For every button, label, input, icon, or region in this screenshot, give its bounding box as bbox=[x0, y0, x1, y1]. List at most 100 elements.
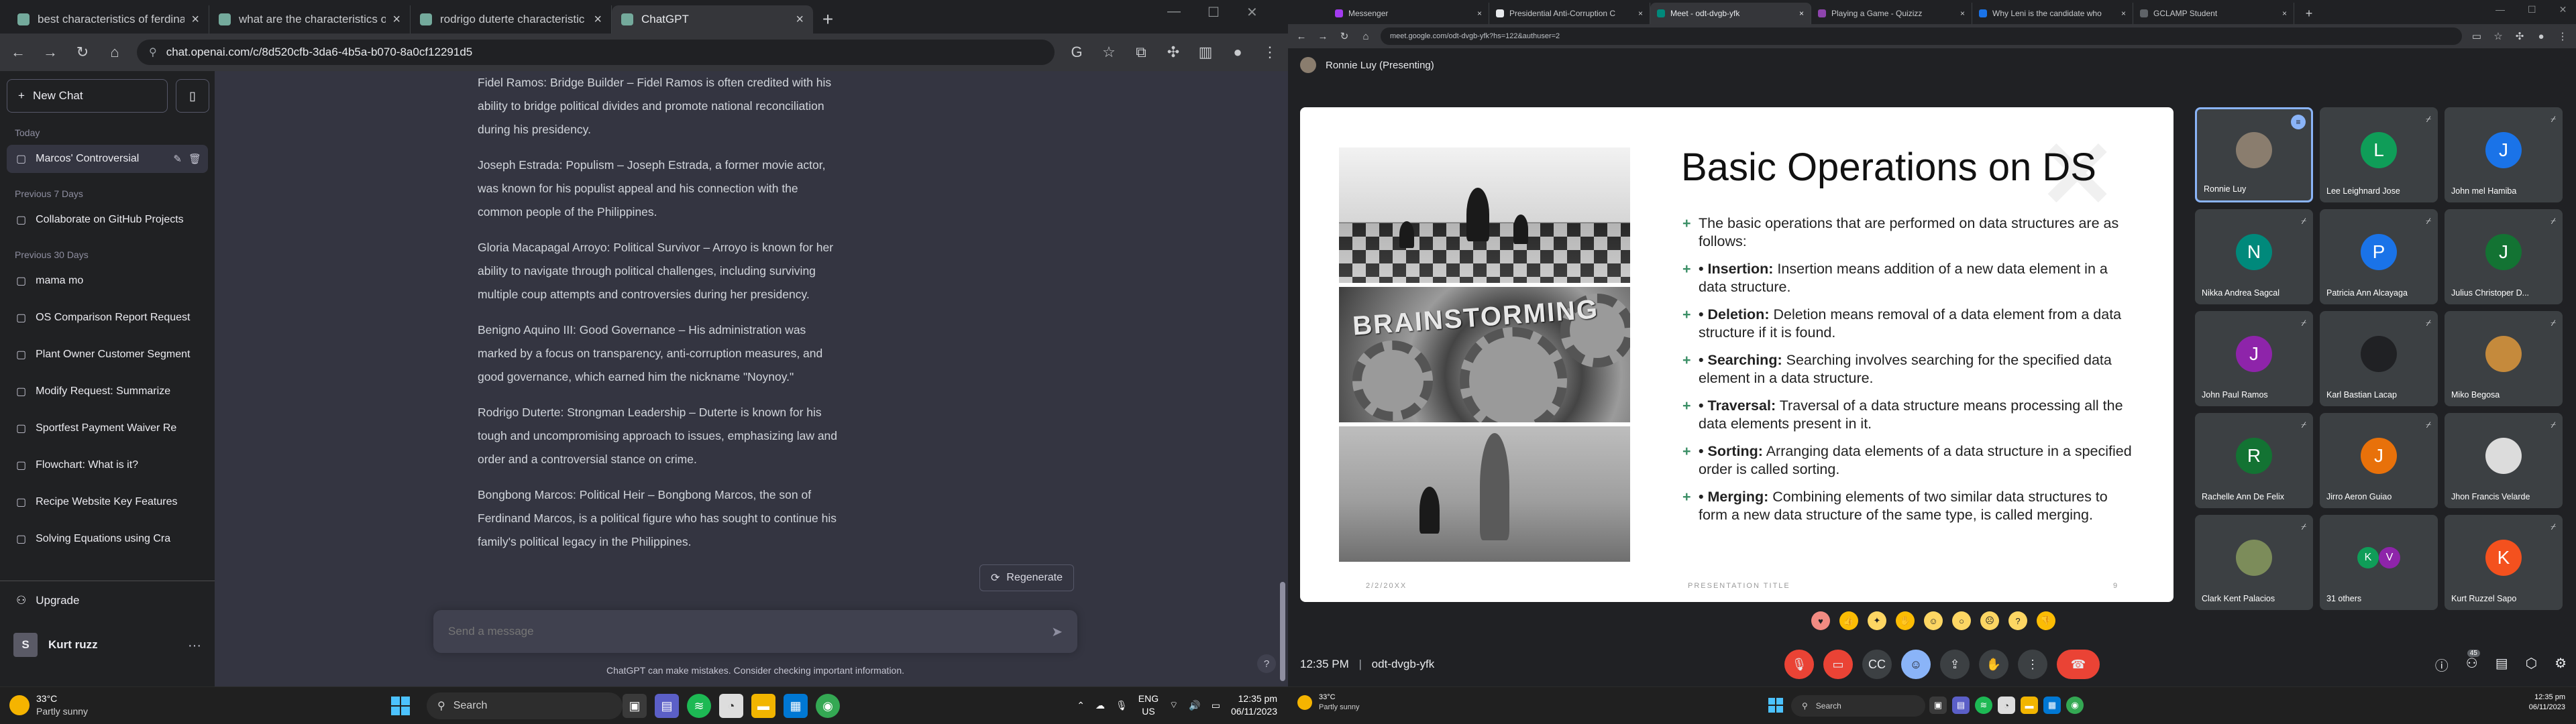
more-options-icon[interactable]: ⋮ bbox=[2018, 650, 2047, 679]
conversation-item[interactable]: ▢ Plant Owner Customer Segment bbox=[7, 341, 208, 369]
conversation-item[interactable]: ▢ OS Comparison Report Request bbox=[7, 304, 208, 332]
close-tab-icon[interactable]: × bbox=[594, 12, 602, 27]
address-bar[interactable]: ⚲ chat.openai.com/c/8d520cfb-3da6-4b5a-b… bbox=[137, 40, 1055, 65]
taskbar-search[interactable]: ⚲ Search bbox=[1791, 695, 1925, 717]
browser-tab[interactable]: Meet - odt-dvgb-yfk × bbox=[1650, 3, 1811, 24]
participant-tile[interactable]: Ronnie Luy ≡ bbox=[2195, 107, 2313, 202]
minimize-icon[interactable]: — bbox=[2496, 4, 2505, 15]
file-explorer-icon[interactable]: ▬ bbox=[751, 694, 775, 718]
profile-avatar-icon[interactable]: ● bbox=[2534, 29, 2548, 43]
participant-tile[interactable]: L Lee Leighnard Jose ⌿ bbox=[2320, 107, 2438, 202]
maximize-icon[interactable]: ☐ bbox=[2528, 4, 2536, 15]
conversation-item[interactable]: ▢ Modify Request: Summarize bbox=[7, 377, 208, 406]
present-screen-icon[interactable]: ⇪ bbox=[1940, 650, 1970, 679]
sidepanel-icon[interactable]: ▥ bbox=[1195, 42, 1216, 62]
close-tab-icon[interactable]: × bbox=[796, 12, 804, 27]
conversation-item[interactable]: ▢ Marcos' Controversial ✎ 🗑 bbox=[7, 145, 208, 173]
taskbar-search[interactable]: ⚲ Search bbox=[427, 692, 623, 719]
browser-tab[interactable]: ChatGPT × bbox=[612, 5, 813, 34]
conversation-item[interactable]: ▢ Flowchart: What is it? bbox=[7, 451, 208, 479]
windows-start-icon[interactable] bbox=[391, 697, 410, 715]
spotify-icon[interactable]: ≋ bbox=[1975, 697, 1992, 714]
edit-pencil-icon[interactable]: ✎ bbox=[173, 153, 182, 165]
thumbs-up-reaction-icon[interactable]: 👍 bbox=[1839, 611, 1858, 630]
extension-icon[interactable]: ⧉ bbox=[1131, 42, 1151, 62]
reload-icon[interactable]: ↻ bbox=[1338, 29, 1351, 43]
people-icon[interactable]: ⚇ 45 bbox=[2466, 649, 2480, 674]
participant-tile[interactable]: K Kurt Ruzzel Sapo ⌿ bbox=[2445, 515, 2563, 610]
forward-icon[interactable]: → bbox=[40, 42, 60, 62]
speaker-icon[interactable]: 🔊 bbox=[1189, 700, 1200, 711]
site-info-icon[interactable]: ⚲ bbox=[149, 46, 157, 59]
mic-off-icon[interactable]: 🎙 bbox=[1784, 650, 1814, 679]
close-tab-icon[interactable]: × bbox=[1638, 9, 1643, 18]
new-tab-icon[interactable]: + bbox=[2294, 3, 2324, 24]
camera-off-icon[interactable]: ▭ bbox=[1823, 650, 1853, 679]
browser-tab[interactable]: GCLAMP Student × bbox=[2133, 3, 2294, 24]
party-reaction-icon[interactable]: ✦ bbox=[1868, 611, 1886, 630]
calculator-icon[interactable]: ▦ bbox=[784, 694, 808, 718]
weather-widget[interactable]: 33°C Partly sunny bbox=[1297, 692, 1360, 713]
back-icon[interactable]: ← bbox=[1295, 29, 1308, 43]
conversation-item[interactable]: ▢ Collaborate on GitHub Projects bbox=[7, 206, 208, 234]
new-tab-icon[interactable]: + bbox=[813, 5, 843, 34]
host-controls-icon[interactable]: ⚙ bbox=[2555, 655, 2567, 674]
participant-tile[interactable]: R Rachelle Ann De Felix ⌿ bbox=[2195, 413, 2313, 508]
close-tab-icon[interactable]: × bbox=[392, 12, 400, 27]
participant-tile[interactable]: J John Paul Ramos ⌿ bbox=[2195, 311, 2313, 406]
user-menu[interactable]: S Kurt ruzz bbox=[13, 633, 98, 657]
app-icon[interactable]: ◔ bbox=[719, 694, 743, 718]
spotify-icon[interactable]: ≋ bbox=[687, 694, 711, 718]
conversation-item[interactable]: ▢ mama mo bbox=[7, 267, 208, 295]
home-icon[interactable]: ⌂ bbox=[105, 42, 125, 62]
reload-icon[interactable]: ↻ bbox=[72, 42, 93, 62]
new-chat-button[interactable]: + New Chat bbox=[7, 79, 168, 113]
participant-tile[interactable]: N Nikka Andrea Sagcal ⌿ bbox=[2195, 209, 2313, 304]
weather-widget[interactable]: 33°C Partly sunny bbox=[9, 692, 88, 718]
captions-icon[interactable]: CC bbox=[1862, 650, 1892, 679]
chat-icon[interactable]: ▤ bbox=[2496, 655, 2508, 674]
task-view-icon[interactable]: ▣ bbox=[623, 694, 647, 718]
clap-reaction-icon[interactable]: ✋ bbox=[1896, 611, 1915, 630]
browser-tab[interactable]: Why Leni is the candidate who × bbox=[1972, 3, 2133, 24]
conversation-item[interactable]: ▢ Solving Equations using Cra bbox=[7, 525, 208, 553]
participant-tile[interactable]: Miko Begosa ⌿ bbox=[2445, 311, 2563, 406]
wifi-icon[interactable]: ⌔ bbox=[1169, 699, 1178, 711]
info-icon[interactable]: ⓘ bbox=[2435, 655, 2449, 674]
menu-kebab-icon[interactable]: ⋮ bbox=[1260, 42, 1280, 62]
browser-tab[interactable]: rodrigo duterte characteristic × bbox=[411, 5, 612, 34]
browser-tab[interactable]: Presidential Anti-Corruption C × bbox=[1489, 3, 1650, 24]
back-icon[interactable]: ← bbox=[8, 42, 28, 62]
participant-tile[interactable]: J John mel Hamiba ⌿ bbox=[2445, 107, 2563, 202]
conversation-item[interactable]: ▢ Sportfest Payment Waiver Re bbox=[7, 414, 208, 442]
regenerate-button[interactable]: ⟳ Regenerate bbox=[979, 564, 1075, 591]
send-icon[interactable]: ➤ bbox=[1051, 623, 1063, 640]
clock[interactable]: 12:35 pm 06/11/2023 bbox=[2529, 692, 2565, 713]
browser-tab[interactable]: Messenger × bbox=[1328, 3, 1489, 24]
close-icon[interactable]: ✕ bbox=[2559, 4, 2567, 15]
laugh-reaction-icon[interactable]: ☺ bbox=[1924, 611, 1943, 630]
app-icon[interactable]: ◔ bbox=[1998, 697, 2015, 714]
raise-hand-icon[interactable]: ✋ bbox=[1979, 650, 2008, 679]
chrome-icon[interactable]: ◉ bbox=[2066, 697, 2084, 714]
scrollbar[interactable] bbox=[1280, 582, 1285, 681]
task-view-icon[interactable]: ▣ bbox=[1929, 697, 1947, 714]
thinking-reaction-icon[interactable]: ? bbox=[2008, 611, 2027, 630]
chevron-up-icon[interactable]: ⌃ bbox=[1077, 700, 1085, 711]
heart-reaction-icon[interactable]: ♥ bbox=[1811, 611, 1830, 630]
surprised-reaction-icon[interactable]: ○ bbox=[1952, 611, 1971, 630]
help-button[interactable]: ? bbox=[1257, 654, 1276, 673]
mic-icon[interactable]: 🎙 bbox=[1116, 700, 1128, 711]
sidebar-toggle-icon[interactable]: ▯ bbox=[176, 79, 209, 113]
google-lens-icon[interactable]: G bbox=[1067, 42, 1087, 62]
cloud-icon[interactable]: ☁ bbox=[1095, 700, 1105, 711]
trash-icon[interactable]: 🗑 bbox=[189, 153, 201, 165]
participant-tile[interactable]: Clark Kent Palacios ⌿ bbox=[2195, 515, 2313, 610]
emoji-reaction-icon[interactable]: ☺ bbox=[1901, 650, 1931, 679]
address-bar[interactable]: meet.google.com/odt-dvgb-yfk?hs=122&auth… bbox=[1381, 27, 2462, 45]
extensions-puzzle-icon[interactable]: ✣ bbox=[2513, 29, 2526, 43]
participant-tile[interactable]: J Julius Christoper D... ⌿ bbox=[2445, 209, 2563, 304]
chrome-icon[interactable]: ◉ bbox=[816, 694, 840, 718]
bookmark-star-icon[interactable]: ☆ bbox=[2491, 29, 2505, 43]
close-tab-icon[interactable]: × bbox=[1477, 9, 1482, 18]
